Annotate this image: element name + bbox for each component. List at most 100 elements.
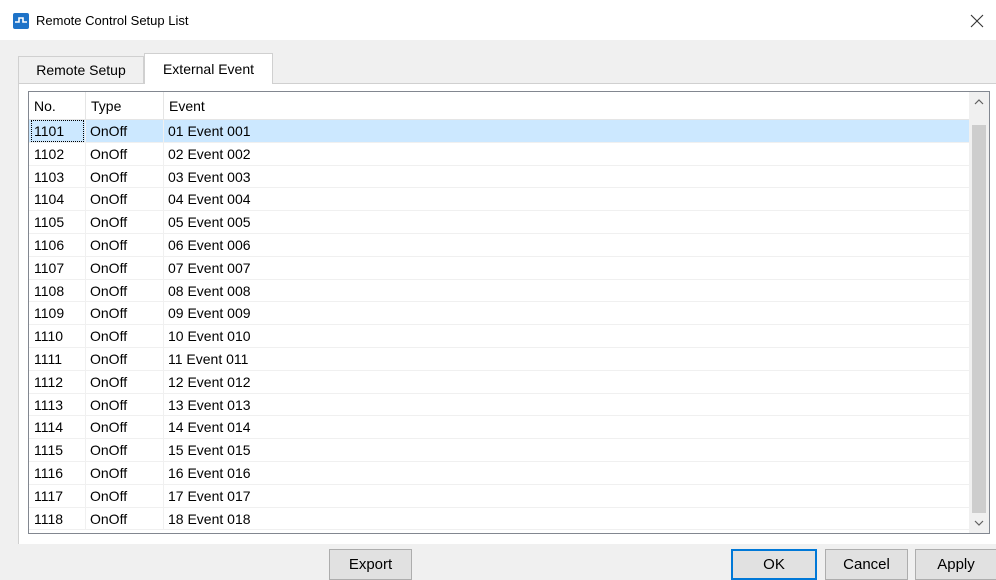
cell-event: 03 Event 003 [168,168,251,185]
cancel-button[interactable]: Cancel [825,549,908,580]
event-list[interactable]: No. Type Event 1101 OnOff 01 Event 001 1102… [28,91,990,534]
cell-no: 1113 [34,396,64,413]
table-row[interactable]: 1105 OnOff 05 Event 005 [29,211,969,234]
table-row[interactable]: 1102 OnOff 02 Event 002 [29,142,969,166]
grid-line [85,325,86,347]
cell-no: 1115 [34,442,64,459]
grid-line [163,256,164,279]
cell-type: OnOff [90,487,128,504]
cell-event: 02 Event 002 [168,145,251,162]
remote-control-app-icon [13,13,29,29]
table-row[interactable]: 1104 OnOff 04 Event 004 [29,188,969,212]
cell-no: 1111 [34,350,63,367]
grid-line [85,347,86,370]
grid-line [163,507,164,530]
grid-line [163,188,164,211]
cell-type: OnOff [90,305,128,322]
table-row[interactable]: 1109 OnOff 09 Event 009 [29,302,969,326]
table-row[interactable]: 1115 OnOff 15 Event 015 [29,439,969,462]
chevron-down-icon[interactable] [969,513,989,533]
grid-line [163,393,164,416]
grid-line [163,484,164,507]
vertical-scrollbar[interactable] [969,92,989,533]
cell-type: OnOff [90,191,128,208]
grid-line [85,370,86,393]
cell-event: 14 Event 014 [168,419,251,436]
grid-line [85,439,86,461]
table-row[interactable]: 1111 OnOff 11 Event 011 [29,347,969,371]
cell-event: 09 Event 009 [168,305,251,322]
cell-no: 1106 [34,236,65,253]
cell-event: 12 Event 012 [168,373,251,390]
grid-line [85,120,86,142]
table-row[interactable]: 1114 OnOff 14 Event 014 [29,416,969,440]
column-header-type[interactable]: Type [86,92,163,120]
grid-line [163,279,164,302]
cell-event: 04 Event 004 [168,191,251,208]
grid-line [163,347,164,370]
ok-button[interactable]: OK [731,549,817,580]
cell-type: OnOff [90,259,128,276]
cell-event: 18 Event 018 [168,510,251,527]
export-button[interactable]: Export [329,549,412,580]
cell-type: OnOff [90,510,128,527]
grid-line [163,461,164,484]
cell-no: 1109 [34,305,65,322]
cell-no: 1101 [31,120,84,142]
cell-event: 15 Event 015 [168,442,251,459]
tab-remote-setup[interactable]: Remote Setup [18,56,144,84]
table-row[interactable]: 1106 OnOff 06 Event 006 [29,233,969,257]
grid-line [85,256,86,279]
table-row[interactable]: 1116 OnOff 16 Event 016 [29,461,969,485]
table-row[interactable]: 1112 OnOff 12 Event 012 [29,370,969,394]
column-header-no[interactable]: No. [29,92,85,120]
grid-line [85,302,86,325]
grid-line [85,461,86,484]
cell-no: 1118 [34,510,64,527]
table-row[interactable]: 1101 OnOff 01 Event 001 [29,120,969,143]
close-icon[interactable] [964,8,990,34]
grid-line [85,188,86,211]
apply-button[interactable]: Apply [915,549,996,580]
cell-type: OnOff [90,419,128,436]
cell-no: 1108 [34,282,65,299]
table-row[interactable]: 1107 OnOff 07 Event 007 [29,256,969,280]
cell-type: OnOff [90,214,128,231]
table-row[interactable]: 1110 OnOff 10 Event 010 [29,325,969,348]
grid-line [163,120,164,142]
table-row[interactable]: 1118 OnOff 18 Event 018 [29,507,969,531]
grid-line [163,439,164,461]
window-title: Remote Control Setup List [36,13,189,28]
scrollbar-thumb[interactable] [972,125,986,513]
grid-line [163,302,164,325]
cell-event: 17 Event 017 [168,487,251,504]
cell-type: OnOff [90,350,128,367]
cell-event: 13 Event 013 [168,396,251,413]
cell-type: OnOff [90,442,128,459]
cell-type: OnOff [90,236,128,253]
cell-event: 08 Event 008 [168,282,251,299]
table-row[interactable]: 1108 OnOff 08 Event 008 [29,279,969,303]
grid-line [163,233,164,256]
cell-type: OnOff [90,396,128,413]
grid-line [163,416,164,439]
cell-no: 1102 [34,145,65,162]
grid-line [163,325,164,347]
grid-line [85,507,86,530]
tab-external-event[interactable]: External Event [144,53,273,84]
grid-line [85,233,86,256]
grid-line [85,484,86,507]
cell-type: OnOff [90,328,128,345]
table-row[interactable]: 1117 OnOff 17 Event 017 [29,484,969,508]
cell-no: 1105 [34,214,65,231]
cell-event: 07 Event 007 [168,259,251,276]
table-row[interactable]: 1113 OnOff 13 Event 013 [29,393,969,417]
table-row[interactable]: 1103 OnOff 03 Event 003 [29,165,969,189]
grid-line [163,142,164,165]
grid-line [85,165,86,188]
cell-event: 16 Event 016 [168,464,251,481]
cell-event: 11 Event 011 [168,350,249,367]
column-header-event[interactable]: Event [164,92,969,120]
chevron-up-icon[interactable] [969,92,989,112]
cell-event: 06 Event 006 [168,236,251,253]
